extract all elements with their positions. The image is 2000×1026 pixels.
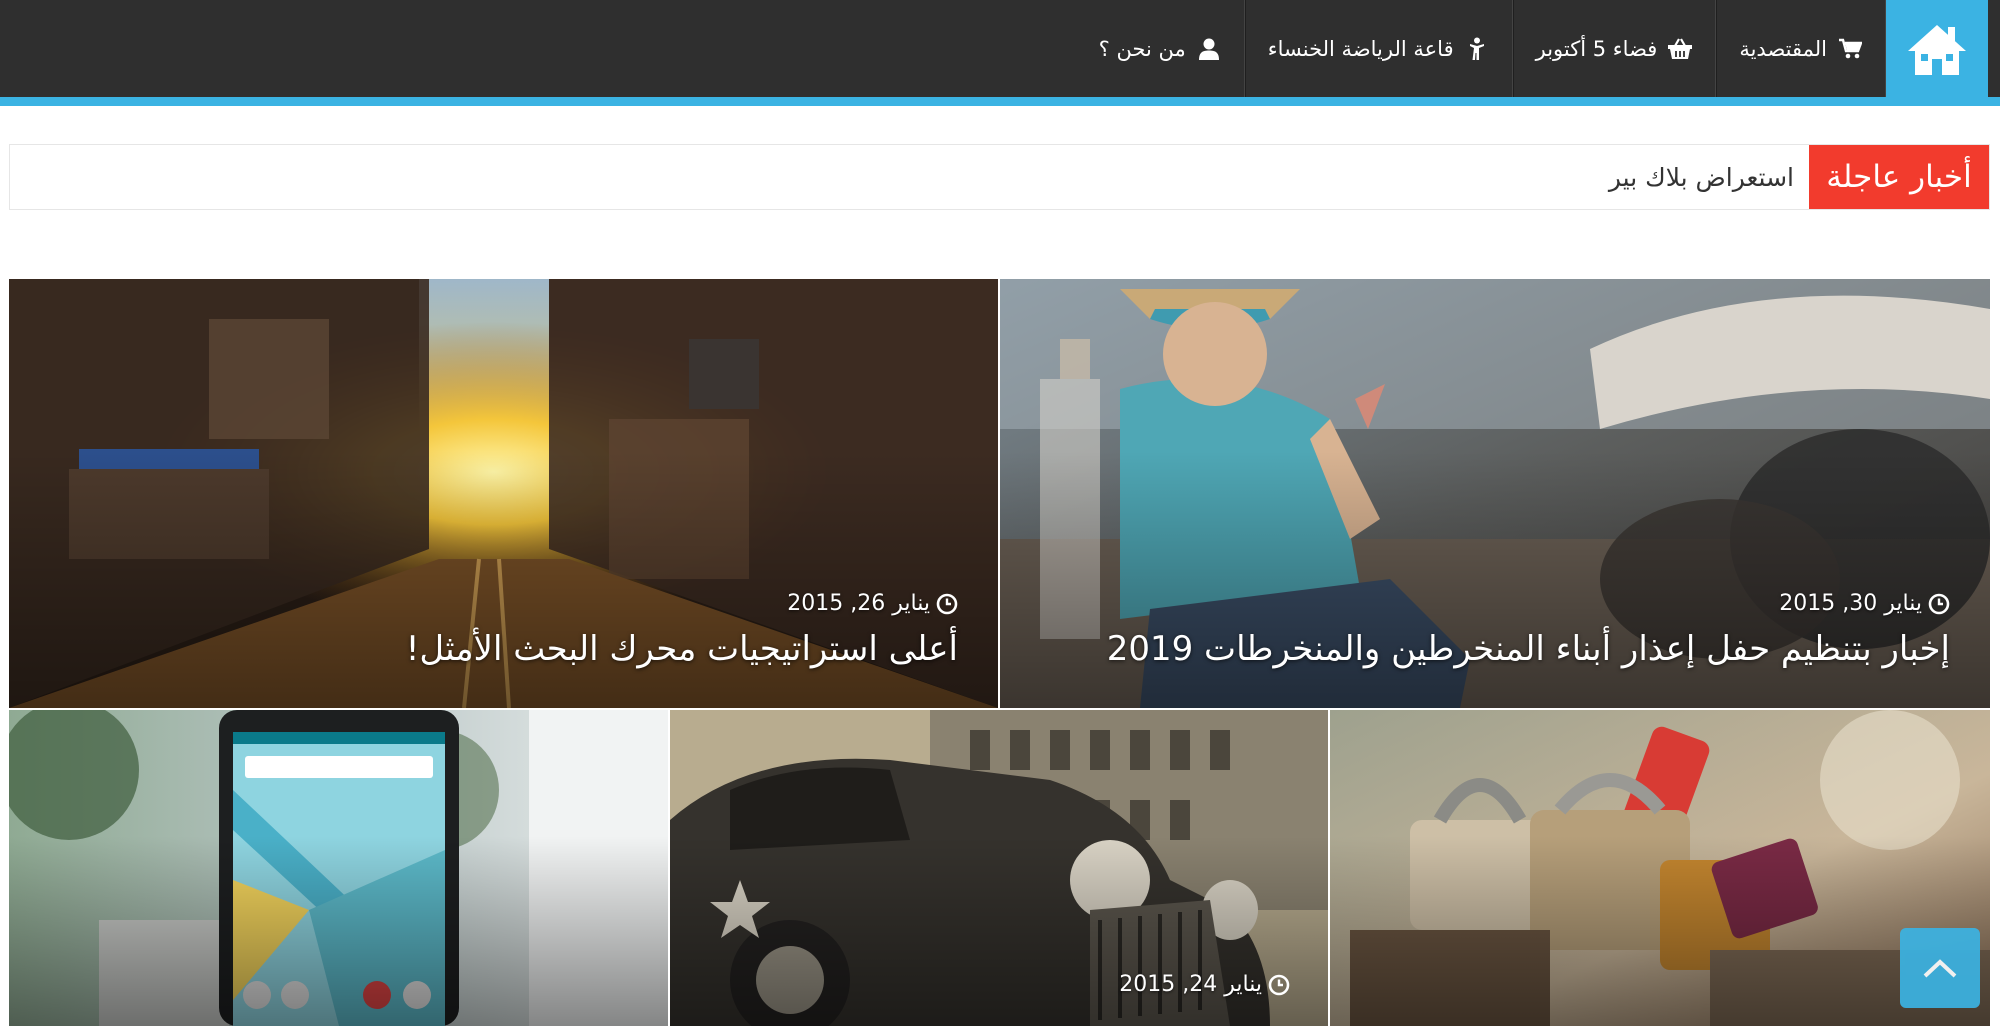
featured-post-3[interactable] xyxy=(1330,710,1990,1026)
clock-icon xyxy=(1268,974,1290,995)
post-date: يناير 26, 2015 xyxy=(787,591,958,616)
home-button[interactable] xyxy=(1886,0,1988,97)
nav-item-label: فضاء 5 أكتوبر xyxy=(1535,36,1658,61)
featured-post-4[interactable]: يناير 24, 2015 xyxy=(670,710,1328,1026)
top-navigation: المقتصدية فضاء 5 أكتوبر قاعة الرياضة الخ… xyxy=(0,0,2000,106)
person-icon xyxy=(1464,36,1490,62)
breaking-news-bar: أخبار عاجلة استعراض بلاك بير xyxy=(9,144,1990,210)
nav-item-khansa-gym[interactable]: قاعة الرياضة الخنساء xyxy=(1244,0,1513,97)
nav-item-label: المقتصدية xyxy=(1739,36,1827,61)
post-date: يناير 30, 2015 xyxy=(1779,591,1950,616)
breaking-news-label: أخبار عاجلة xyxy=(1809,145,1989,209)
post-date-text: يناير 30, 2015 xyxy=(1779,591,1922,616)
clock-icon xyxy=(1928,593,1950,614)
tile-overlay xyxy=(9,836,668,1026)
clock-icon xyxy=(936,593,958,614)
nav-item-label: من نحن ؟ xyxy=(1098,36,1186,61)
nav-accent-line xyxy=(0,97,2000,106)
post-title[interactable]: إخبار بتنظيم حفل إعذار أبناء المنخرطين و… xyxy=(1107,629,1950,669)
tile-overlay xyxy=(1330,836,1990,1026)
post-date-text: يناير 24, 2015 xyxy=(1119,972,1262,997)
basket-icon xyxy=(1667,36,1693,62)
nav-item-october-space[interactable]: فضاء 5 أكتوبر xyxy=(1512,0,1717,97)
featured-post-2[interactable]: يناير 26, 2015 أعلى استراتيجيات محرك الب… xyxy=(9,279,998,708)
tile-overlay xyxy=(670,836,1328,1026)
post-title[interactable]: أعلى استراتيجيات محرك البحث الأمثل! xyxy=(406,629,958,669)
home-icon xyxy=(1908,24,1966,75)
shopping-cart-icon xyxy=(1837,36,1863,62)
nav-item-economat[interactable]: المقتصدية xyxy=(1716,0,1886,97)
post-date-text: يناير 26, 2015 xyxy=(787,591,930,616)
tile-overlay xyxy=(1000,450,1990,708)
breaking-news-ticker-link[interactable]: استعراض بلاك بير xyxy=(1609,145,1794,209)
tile-overlay xyxy=(9,450,998,708)
user-icon xyxy=(1196,36,1222,62)
nav-item-label: قاعة الرياضة الخنساء xyxy=(1267,36,1454,61)
featured-post-5[interactable] xyxy=(9,710,668,1026)
nav-menu: المقتصدية فضاء 5 أكتوبر قاعة الرياضة الخ… xyxy=(1077,0,1886,97)
post-date: يناير 24, 2015 xyxy=(1119,972,1290,997)
scroll-to-top-button[interactable] xyxy=(1900,928,1980,1008)
featured-post-1[interactable]: يناير 30, 2015 إخبار بتنظيم حفل إعذار أب… xyxy=(1000,279,1990,708)
nav-item-about-us[interactable]: من نحن ؟ xyxy=(1077,0,1245,97)
chevron-up-icon xyxy=(1923,959,1957,978)
